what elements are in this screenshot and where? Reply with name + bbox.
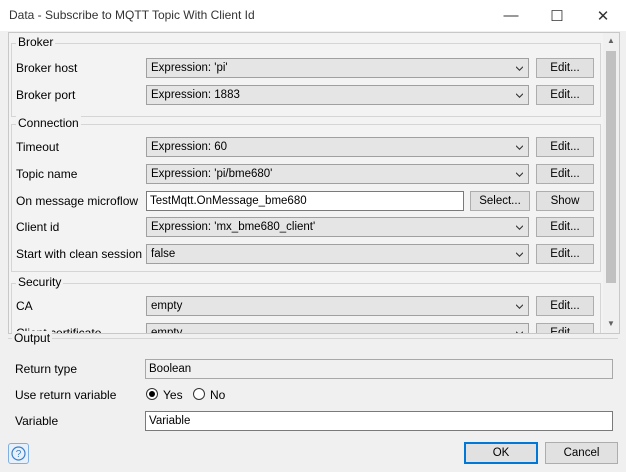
maximize-button[interactable]: ☐ [534,0,580,31]
use-return-variable-label: Use return variable [15,388,117,402]
broker-port-label: Broker port [16,88,76,102]
minimize-icon: — [503,7,519,24]
yes-label: Yes [163,388,183,402]
connection-legend: Connection [16,116,81,130]
timeout-edit-button[interactable]: Edit... [536,137,594,157]
broker-legend: Broker [16,35,56,49]
client-id-value: Expression: 'mx_bme680_client' [151,221,316,233]
select-microflow-button[interactable]: Select... [470,191,530,211]
topic-name-combo[interactable]: Expression: 'pi/bme680' [146,164,529,184]
timeout-label: Timeout [16,140,59,154]
client-id-label: Client id [16,220,60,234]
show-microflow-button[interactable]: Show [536,191,594,211]
close-icon: ✕ [596,7,610,25]
variable-field[interactable]: Variable [145,411,613,431]
on-message-microflow-label: On message microflow [16,194,139,208]
ca-combo[interactable]: empty [146,296,529,316]
return-type-label: Return type [15,362,78,376]
broker-host-combo[interactable]: Expression: 'pi' [146,58,529,78]
clean-session-value: false [151,248,176,260]
chevron-down-icon [516,225,523,231]
chevron-down-icon [516,172,523,178]
variable-value: Variable [149,415,191,427]
help-icon: ? [11,446,26,461]
chevron-down-icon [516,252,523,258]
cancel-button[interactable]: Cancel [545,442,618,464]
clean-session-label: Start with clean session [16,247,143,261]
radio-dot [149,391,155,397]
no-radio-option[interactable]: No [193,387,253,403]
svg-text:?: ? [16,449,22,460]
broker-host-value: Expression: 'pi' [151,62,228,74]
scroll-up-icon[interactable]: ▲ [607,36,615,45]
scroll-down-icon[interactable]: ▼ [607,319,615,328]
return-type-value: Boolean [149,363,192,375]
client-certificate-value: empty [151,327,183,334]
broker-host-edit-button[interactable]: Edit... [536,58,594,78]
topic-name-edit-button[interactable]: Edit... [536,164,594,184]
output-legend: Output [12,331,53,345]
output-group: Output Return type Boolean Use return va… [8,331,618,431]
close-button[interactable]: ✕ [580,0,626,31]
client-id-combo[interactable]: Expression: 'mx_bme680_client' [146,217,529,237]
vertical-scrollbar[interactable]: ▲ ▼ [603,33,619,333]
title-bar: Data - Subscribe to MQTT Topic With Clie… [0,0,626,31]
on-message-microflow-value: TestMqtt.OnMessage_bme680 [150,195,307,207]
window-title: Data - Subscribe to MQTT Topic With Clie… [9,8,255,22]
client-certificate-edit-button[interactable]: Edit... [536,323,594,333]
variable-label: Variable [15,414,59,428]
broker-port-value: Expression: 1883 [151,89,240,101]
chevron-down-icon [516,331,523,333]
return-type-field: Boolean [145,359,613,379]
ok-button[interactable]: OK [464,442,538,464]
ca-value: empty [151,300,183,312]
broker-port-edit-button[interactable]: Edit... [536,85,594,105]
yes-radio[interactable] [146,388,158,400]
scrollbar-thumb[interactable] [606,51,616,283]
no-label: No [210,388,226,402]
clean-session-edit-button[interactable]: Edit... [536,244,594,264]
maximize-icon: ☐ [550,7,564,25]
ca-label: CA [16,299,33,313]
broker-port-combo[interactable]: Expression: 1883 [146,85,529,105]
minimize-button[interactable]: — [488,0,534,31]
security-legend: Security [16,275,64,289]
topic-name-label: Topic name [16,167,78,181]
timeout-combo[interactable]: Expression: 60 [146,137,529,157]
help-button[interactable]: ? [8,443,29,464]
chevron-down-icon [516,93,523,99]
broker-group: Broker [11,35,601,117]
client-certificate-combo[interactable]: empty [146,323,529,334]
on-message-microflow-field[interactable]: TestMqtt.OnMessage_bme680 [146,191,464,211]
chevron-down-icon [516,145,523,151]
no-radio[interactable] [193,388,205,400]
broker-host-label: Broker host [16,61,78,75]
clean-session-combo[interactable]: false [146,244,529,264]
topic-name-value: Expression: 'pi/bme680' [151,168,273,180]
timeout-value: Expression: 60 [151,141,228,153]
chevron-down-icon [516,66,523,72]
client-id-edit-button[interactable]: Edit... [536,217,594,237]
ca-edit-button[interactable]: Edit... [536,296,594,316]
parameters-pane[interactable]: Broker Broker host Expression: 'pi' Edit… [8,32,620,334]
chevron-down-icon [516,304,523,310]
